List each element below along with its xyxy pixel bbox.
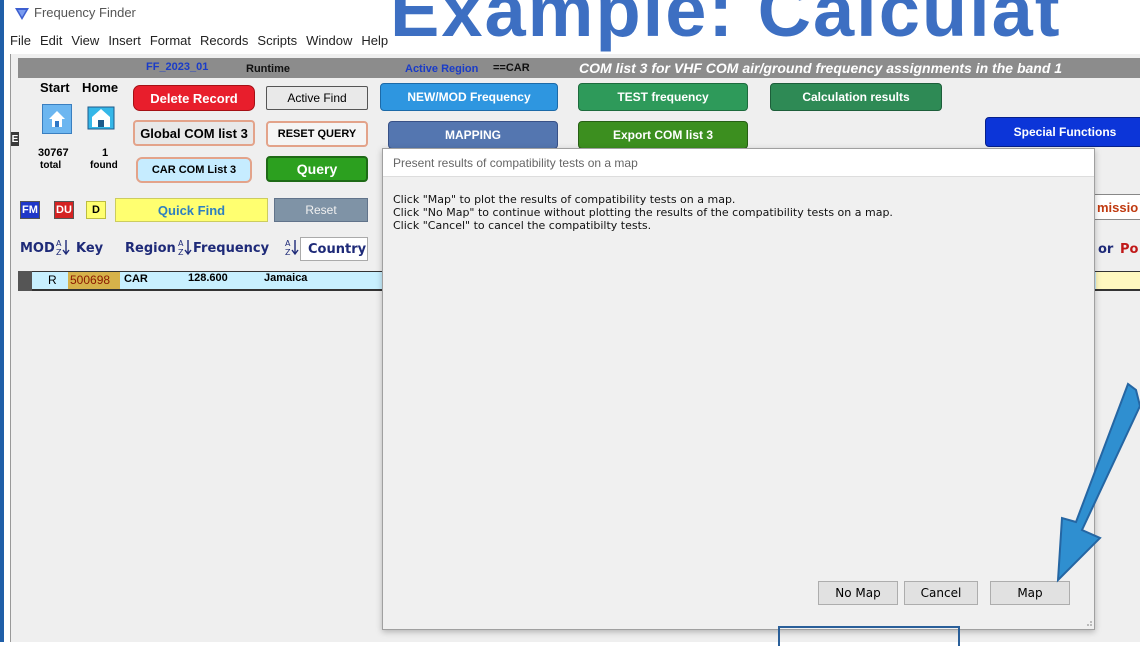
test-frequency-button[interactable]: TEST frequency	[578, 83, 748, 111]
e-marker: E	[11, 132, 19, 146]
reset-query-button[interactable]: RESET QUERY	[266, 121, 368, 147]
row-region[interactable]: CAR	[124, 273, 148, 285]
list-title: COM list 3 for VHF COM air/ground freque…	[579, 60, 1063, 76]
found-count: 1	[102, 147, 109, 159]
du-button[interactable]: DU	[54, 201, 74, 219]
reset-button[interactable]: Reset	[274, 198, 368, 222]
total-count: 30767	[38, 147, 69, 159]
file-name: FF_2023_01	[146, 61, 209, 73]
export-com-list-button[interactable]: Export COM list 3	[578, 121, 748, 149]
special-functions-button[interactable]: Special Functions	[985, 117, 1140, 147]
global-com-list-button[interactable]: Global COM list 3	[133, 120, 255, 146]
svg-text:Z: Z	[285, 248, 291, 256]
row-extra-field[interactable]	[1096, 272, 1140, 289]
window-title: Frequency Finder	[34, 5, 136, 20]
mode-label: Runtime	[246, 63, 290, 75]
new-mod-frequency-button[interactable]: NEW/MOD Frequency	[380, 83, 558, 111]
dialog-title: Present results of compatibility tests o…	[383, 149, 1094, 177]
mission-button[interactable]: missio	[1092, 194, 1140, 220]
row-country[interactable]: Jamaica	[264, 272, 307, 284]
menu-view[interactable]: View	[71, 33, 99, 53]
active-region-value: ==CAR	[493, 62, 530, 74]
home-button[interactable]	[85, 102, 117, 134]
browser-icon	[87, 106, 115, 130]
active-region-label: Active Region	[405, 63, 479, 75]
callout-box	[778, 626, 960, 646]
menu-help[interactable]: Help	[361, 33, 388, 53]
menu-window[interactable]: Window	[306, 33, 352, 53]
svg-text:Z: Z	[56, 248, 62, 256]
app-icon	[15, 8, 29, 20]
menu-insert[interactable]: Insert	[108, 33, 141, 53]
delete-record-button[interactable]: Delete Record	[133, 85, 255, 111]
col-mod[interactable]: MOD	[20, 241, 55, 256]
svg-text:Z: Z	[178, 248, 184, 256]
menu-format[interactable]: Format	[150, 33, 191, 53]
window-edge	[0, 0, 4, 642]
menu-edit[interactable]: Edit	[40, 33, 62, 53]
row-mod: R	[48, 273, 57, 287]
found-label: found	[90, 160, 118, 171]
menu-bar: File Edit View Insert Format Records Scr…	[4, 33, 388, 53]
row-selector[interactable]	[18, 271, 32, 291]
home-icon	[49, 111, 65, 127]
menu-file[interactable]: File	[10, 33, 31, 53]
row-key[interactable]: 500698	[68, 272, 120, 289]
quick-find-field[interactable]: Quick Find	[115, 198, 268, 222]
col-po[interactable]: Po	[1120, 242, 1138, 257]
slide-banner: Example: Calculat	[390, 0, 1062, 52]
sort-az-icon[interactable]: AZ	[178, 238, 192, 256]
sort-az-icon[interactable]: AZ	[56, 238, 70, 256]
sort-az-icon[interactable]: AZ	[285, 238, 299, 256]
query-button[interactable]: Query	[266, 156, 368, 182]
active-find-button[interactable]: Active Find	[266, 86, 368, 110]
home-label: Home	[82, 80, 119, 95]
svg-text:A: A	[56, 239, 62, 248]
arrow-annotation-icon	[1056, 382, 1140, 583]
start-button[interactable]	[42, 104, 72, 134]
dialog-line-cancel: Click "Cancel" to cancel the compatibilt…	[393, 219, 652, 232]
menu-records[interactable]: Records	[200, 33, 248, 53]
fm-button[interactable]: FM	[20, 201, 40, 219]
calculation-results-button[interactable]: Calculation results	[770, 83, 942, 111]
col-country[interactable]: Country	[308, 242, 366, 257]
menu-scripts[interactable]: Scripts	[257, 33, 297, 53]
svg-text:A: A	[178, 239, 184, 248]
col-or[interactable]: or	[1098, 242, 1113, 257]
no-map-button[interactable]: No Map	[818, 581, 898, 605]
start-label: Start	[40, 80, 70, 95]
col-region[interactable]: Region	[125, 241, 176, 256]
resize-grip-icon[interactable]	[1083, 617, 1093, 627]
col-key[interactable]: Key	[76, 241, 103, 256]
svg-text:A: A	[285, 239, 291, 248]
map-dialog: Present results of compatibility tests o…	[382, 148, 1095, 630]
row-frequency[interactable]: 128.600	[188, 272, 228, 284]
cancel-button[interactable]: Cancel	[904, 581, 978, 605]
dialog-line-map: Click "Map" to plot the results of compa…	[393, 193, 736, 206]
mapping-button[interactable]: MAPPING	[388, 121, 558, 149]
col-frequency[interactable]: Frequency	[193, 241, 269, 256]
car-com-list-button[interactable]: CAR COM List 3	[136, 157, 252, 183]
dialog-line-no-map: Click "No Map" to continue without plott…	[393, 206, 893, 219]
total-label: total	[40, 160, 62, 171]
d-button[interactable]: D	[86, 201, 106, 219]
